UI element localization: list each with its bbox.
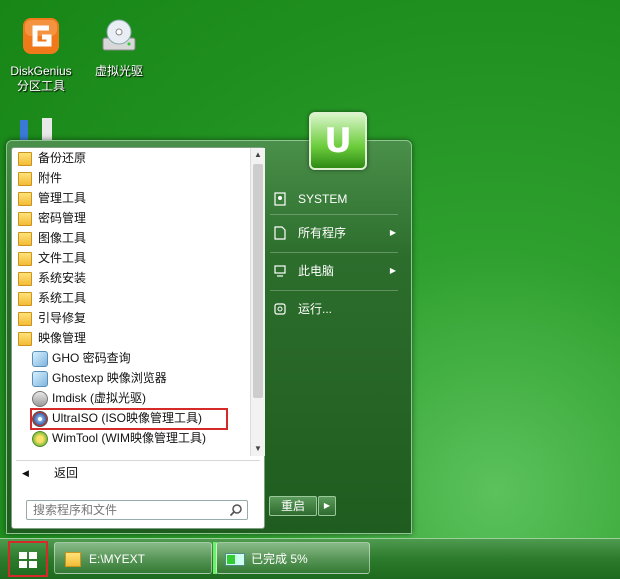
wimtool-icon xyxy=(32,431,48,447)
virtual-drive-label: 虚拟光驱 xyxy=(94,64,143,78)
restart-button[interactable]: 重启 xyxy=(269,496,317,516)
folder-icon xyxy=(18,212,32,226)
scroll-up-icon[interactable]: ▲ xyxy=(251,148,265,162)
program-ghostexp[interactable]: Ghostexp 映像浏览器 xyxy=(12,368,250,388)
program-wimtool[interactable]: WimTool (WIM映像管理工具) xyxy=(12,428,250,448)
taskbar-item-progress[interactable]: 已完成 5% xyxy=(216,542,370,574)
gho-icon xyxy=(32,351,48,367)
search-placeholder: 搜索程序和文件 xyxy=(33,503,118,517)
menu-item-this-pc[interactable]: 此电脑 ▶ xyxy=(268,260,404,282)
program-folder-image-management[interactable]: 映像管理 xyxy=(12,328,250,348)
folder-icon xyxy=(65,552,81,567)
menu-item-run[interactable]: 运行... xyxy=(268,298,404,320)
user-avatar-glyph: U xyxy=(324,121,352,161)
user-avatar[interactable]: U xyxy=(309,112,367,170)
progress-icon xyxy=(225,553,245,566)
folder-icon xyxy=(18,272,32,286)
ultraiso-highlight-box xyxy=(30,408,228,430)
desktop-icon-virtual-drive[interactable]: 虚拟光驱 xyxy=(80,14,158,79)
menu-item-all-programs[interactable]: 所有程序 ▶ xyxy=(268,222,404,244)
folder-icon xyxy=(18,332,32,346)
program-folder-system-tools[interactable]: 系统工具 xyxy=(12,288,250,308)
folder-icon xyxy=(18,192,32,206)
folder-icon xyxy=(18,312,32,326)
partial-desktop-icon[interactable] xyxy=(18,116,62,140)
back-button[interactable]: ◀ 返回 xyxy=(20,462,252,484)
program-folder-password[interactable]: 密码管理 xyxy=(12,208,250,228)
document-icon xyxy=(274,226,286,240)
program-folder-file-tools[interactable]: 文件工具 xyxy=(12,248,250,268)
folder-icon xyxy=(18,152,32,166)
diskgenius-label-line2: 分区工具 xyxy=(16,79,65,93)
scroll-thumb[interactable] xyxy=(253,164,263,398)
program-folder-system-install[interactable]: 系统安装 xyxy=(12,268,250,288)
restart-options-button[interactable]: ▶ xyxy=(318,496,336,516)
divider xyxy=(270,252,398,253)
ghostexp-icon xyxy=(32,371,48,387)
program-gho-password[interactable]: GHO 密码查询 xyxy=(12,348,250,368)
start-button[interactable] xyxy=(8,541,48,577)
programs-pane: 备份还原 附件 管理工具 密码管理 图像工具 文件工具 系统安装 系统工具 引导… xyxy=(11,147,265,529)
search-icon[interactable] xyxy=(229,503,243,517)
virtual-drive-icon xyxy=(102,19,136,51)
taskbar-item-explorer[interactable]: E:\MYEXT xyxy=(54,542,212,574)
program-list-scrollbar[interactable]: ▲ ▼ xyxy=(250,148,265,456)
program-list: 备份还原 附件 管理工具 密码管理 图像工具 文件工具 系统安装 系统工具 引导… xyxy=(12,148,250,456)
chevron-right-icon: ▶ xyxy=(389,228,396,237)
windows-logo-icon xyxy=(19,552,37,568)
divider xyxy=(270,290,398,291)
imdisk-icon xyxy=(32,391,48,407)
program-folder-accessories[interactable]: 附件 xyxy=(12,168,250,188)
divider xyxy=(270,214,398,215)
scroll-down-icon[interactable]: ▼ xyxy=(251,442,265,456)
chevron-right-icon: ▶ xyxy=(389,266,396,275)
user-folder-icon xyxy=(274,192,286,206)
desktop-icon-diskgenius[interactable]: DiskGenius 分区工具 xyxy=(2,14,80,94)
program-folder-image-tools[interactable]: 图像工具 xyxy=(12,228,250,248)
search-input[interactable]: 搜索程序和文件 xyxy=(26,500,248,520)
computer-icon xyxy=(274,265,286,277)
folder-icon xyxy=(18,232,32,246)
folder-icon xyxy=(18,292,32,306)
diskgenius-icon xyxy=(23,18,59,54)
taskbar: E:\MYEXT 已完成 5% xyxy=(0,538,620,579)
program-folder-admin-tools[interactable]: 管理工具 xyxy=(12,188,250,208)
back-arrow-icon: ◀ xyxy=(22,468,29,478)
folder-icon xyxy=(18,172,32,186)
program-folder-boot-repair[interactable]: 引导修复 xyxy=(12,308,250,328)
diskgenius-label-line1: DiskGenius xyxy=(10,64,72,78)
divider xyxy=(16,460,260,461)
program-folder-backup[interactable]: 备份还原 xyxy=(12,148,250,168)
program-imdisk[interactable]: Imdisk (虚拟光驱) xyxy=(12,388,250,408)
folder-icon xyxy=(18,252,32,266)
menu-item-system-user[interactable]: SYSTEM xyxy=(268,188,404,210)
run-icon xyxy=(274,303,286,315)
